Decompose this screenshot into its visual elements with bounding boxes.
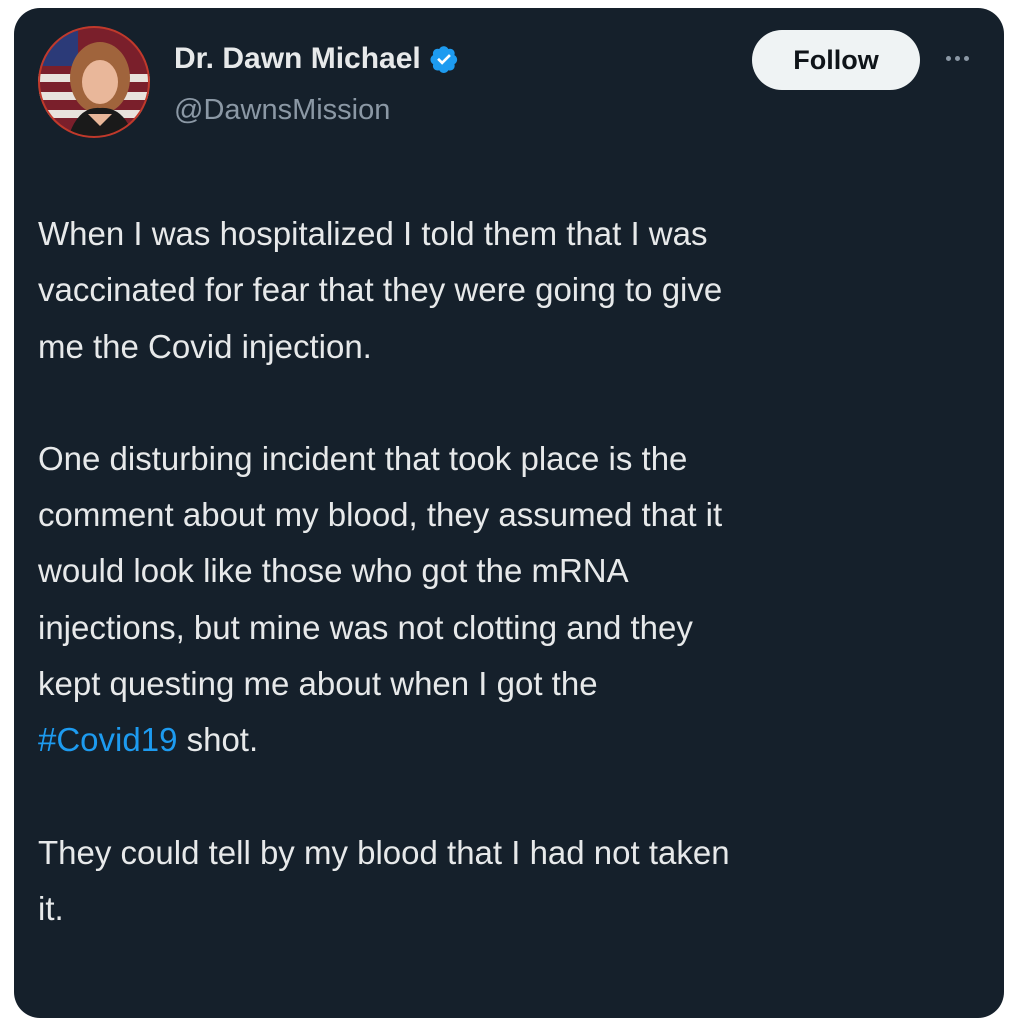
tweet-text: When I was hospitalized I told them that… — [38, 206, 978, 937]
author-display-name[interactable]: Dr. Dawn Michael — [174, 42, 421, 76]
profile-photo-icon — [38, 26, 150, 138]
tweet-line: me the Covid injection. — [38, 327, 372, 365]
hashtag-link[interactable]: #Covid19 — [38, 721, 177, 758]
tweet-paragraph: They could tell by my blood that I had n… — [38, 825, 978, 938]
tweet-line: kept questing me about when I got the — [38, 665, 598, 703]
tweet-line: comment about my blood, they assumed tha… — [38, 496, 723, 534]
avatar[interactable] — [38, 26, 150, 138]
follow-button[interactable]: Follow — [752, 30, 920, 90]
tweet-line: When I was hospitalized I told them that… — [38, 215, 708, 252]
author-handle[interactable]: @DawnsMission — [174, 94, 390, 127]
tweet-line: would look like those who got the mRNA — [38, 552, 629, 590]
more-dot — [946, 55, 951, 61]
more-horizontal-icon[interactable] — [946, 48, 976, 68]
tweet-line: shot. — [177, 721, 259, 759]
tweet-paragraph: One disturbing incident that took place … — [38, 431, 978, 769]
tweet-line: it. — [38, 889, 64, 927]
tweet-line: vaccinated for fear that they were going… — [38, 271, 723, 309]
author-name-row: Dr. Dawn Michael — [174, 42, 459, 76]
tweet-line: They could tell by my blood that I had n… — [38, 833, 730, 871]
tweet-card: Dr. Dawn Michael @DawnsMission Follow Wh… — [14, 8, 1004, 1018]
tweet-line: One disturbing incident that took place … — [38, 439, 688, 477]
more-dot — [964, 55, 969, 61]
verified-badge-icon — [430, 46, 457, 73]
tweet-line: injections, but mine was not clotting an… — [38, 608, 693, 646]
tweet-paragraph: When I was hospitalized I told them that… — [38, 206, 978, 375]
more-dot — [955, 55, 960, 61]
